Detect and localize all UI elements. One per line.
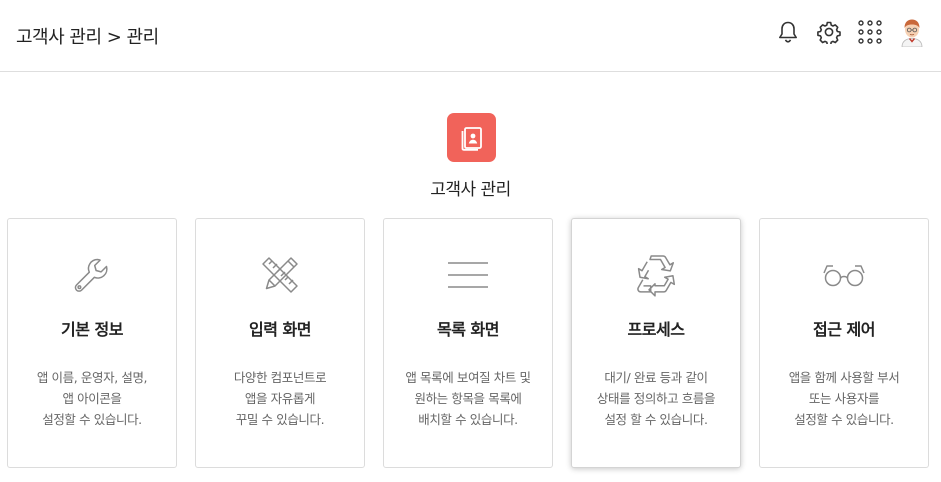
wrench-icon: [8, 253, 176, 297]
card-basic-info[interactable]: 기본 정보 앱 이름, 운영자, 설명, 앱 아이콘을 설정할 수 있습니다.: [7, 218, 177, 468]
card-title: 프로세스: [627, 320, 685, 339]
card-description: 앱을 함께 사용할 부서 또는 사용자를 설정할 수 있습니다.: [788, 370, 900, 427]
contact-book-icon: [447, 113, 496, 162]
card-description: 다양한 컴포넌트로 앱을 자유롭게 꾸밀 수 있습니다.: [233, 370, 327, 427]
apps-grid-icon[interactable]: [856, 18, 884, 46]
avatar[interactable]: [897, 17, 927, 47]
bell-icon[interactable]: [774, 18, 802, 46]
recycle-icon: [572, 253, 740, 297]
card-input-screen[interactable]: 입력 화면 다양한 컴포넌트로 앱을 자유롭게 꾸밀 수 있습니다.: [195, 218, 365, 468]
card-list-screen[interactable]: 목록 화면 앱 목록에 보여질 차트 및 원하는 항목을 목록에 배치할 수 있…: [383, 218, 553, 468]
card-title: 입력 화면: [249, 320, 311, 339]
list-lines-icon: [384, 253, 552, 297]
header-actions: [774, 16, 927, 48]
pencil-ruler-icon: [196, 253, 364, 297]
gear-icon[interactable]: [815, 18, 843, 46]
glasses-icon: [760, 253, 928, 297]
card-title: 기본 정보: [61, 320, 123, 339]
breadcrumb[interactable]: 고객사 관리 > 관리: [16, 23, 159, 49]
card-access-control[interactable]: 접근 제어 앱을 함께 사용할 부서 또는 사용자를 설정할 수 있습니다.: [759, 218, 929, 468]
app-title: 고객사 관리: [430, 180, 511, 200]
card-title: 접근 제어: [813, 320, 875, 339]
top-header: 고객사 관리 > 관리: [0, 0, 941, 72]
card-description: 대기/ 완료 등과 같이 상태를 정의하고 흐름을 설정 할 수 있습니다.: [596, 370, 716, 427]
card-description: 앱 이름, 운영자, 설명, 앱 아이콘을 설정할 수 있습니다.: [36, 370, 148, 427]
card-title: 목록 화면: [437, 320, 499, 339]
card-process[interactable]: 프로세스 대기/ 완료 등과 같이 상태를 정의하고 흐름을 설정 할 수 있습…: [571, 218, 741, 468]
card-description: 앱 목록에 보여질 차트 및 원하는 항목을 목록에 배치할 수 있습니다.: [405, 370, 531, 427]
